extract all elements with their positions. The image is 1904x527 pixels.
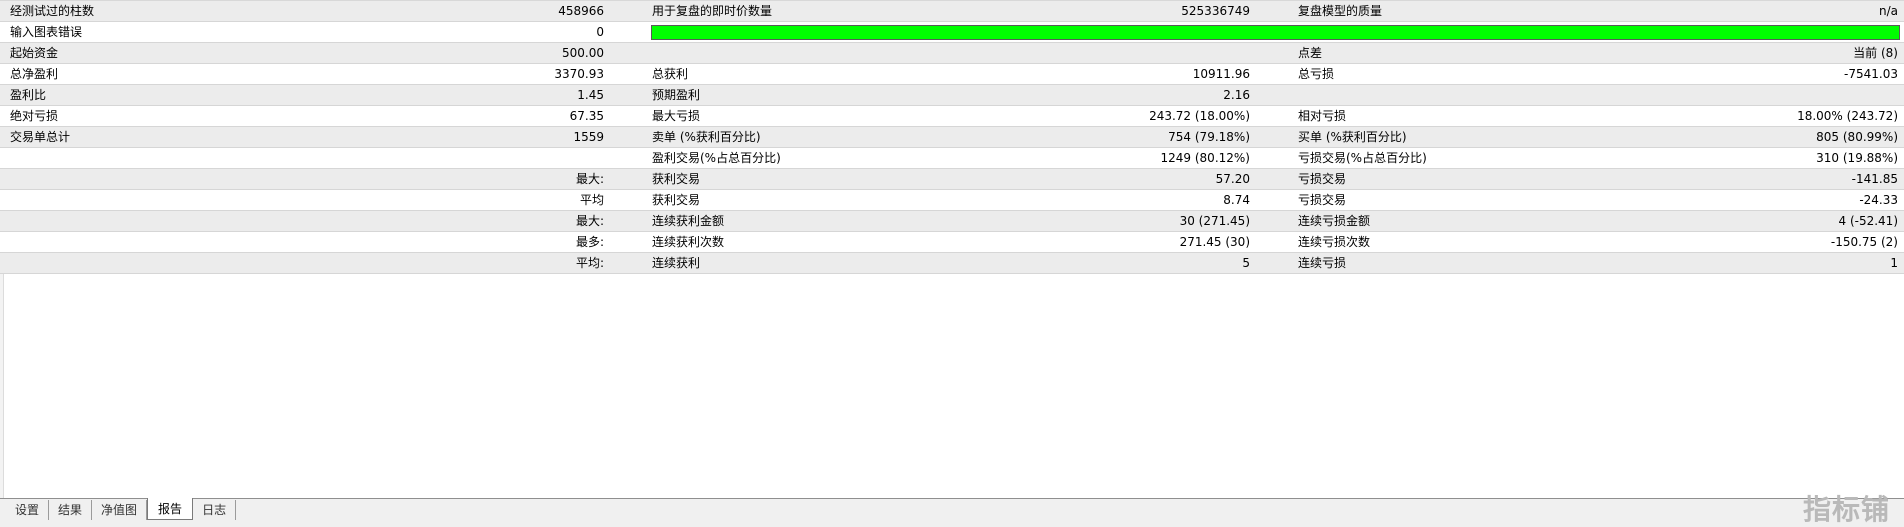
row-value-2: 1249 (80.12%) xyxy=(1160,151,1250,165)
row-value-3: 4 (-52.41) xyxy=(1838,214,1899,228)
row-value-1: 最大: xyxy=(575,214,604,228)
table-row: 平均: 连续获利 5 连续亏损 1 xyxy=(0,253,1904,274)
table-row: 经测试过的柱数 458966 用于复盘的即时价数量 525336749 复盘模型… xyxy=(0,1,1904,22)
table-row: 输入图表错误 0 xyxy=(0,22,1904,43)
strategy-tester-window: 经测试过的柱数 458966 用于复盘的即时价数量 525336749 复盘模型… xyxy=(0,0,1904,527)
table-row: 最多: 连续获利次数 271.45 (30) 连续亏损次数 -150.75 (2… xyxy=(0,232,1904,253)
tab-journal[interactable]: 日志 xyxy=(193,500,237,520)
tab-strip: 设置 结果 净值图 报告 日志 xyxy=(6,498,237,521)
row-value-3: -150.75 (2) xyxy=(1830,235,1898,249)
row-value-2: 271.45 (30) xyxy=(1179,235,1250,249)
row-value-1: 平均: xyxy=(575,256,604,270)
table-row: 绝对亏损 67.35 最大亏损 243.72 (18.00%) 相对亏损 18.… xyxy=(0,106,1904,127)
modeling-quality-bar xyxy=(651,25,1900,40)
row-value-1: 458966 xyxy=(558,4,604,18)
row-value-1: 500.00 xyxy=(562,46,604,60)
report-table: 经测试过的柱数 458966 用于复盘的即时价数量 525336749 复盘模型… xyxy=(0,0,1904,274)
row-value-2: 10911.96 xyxy=(1192,67,1250,81)
tab-results[interactable]: 结果 xyxy=(49,500,93,520)
row-value-2 xyxy=(900,43,1250,63)
row-value-1: 1.45 xyxy=(577,88,604,102)
row-value-3: 310 (19.88%) xyxy=(1816,151,1898,165)
tab-equity-graph[interactable]: 净值图 xyxy=(92,500,148,520)
tab-settings[interactable]: 设置 xyxy=(6,500,50,520)
row-value-3 xyxy=(1500,85,1898,105)
row-value-2: 525336749 xyxy=(1181,4,1250,18)
row-value-2: 754 (79.18%) xyxy=(1168,130,1250,144)
row-value-3: -141.85 xyxy=(1851,172,1898,186)
row-value-3: 1 xyxy=(1890,256,1898,270)
table-row: 盈利交易(%占总百分比) 1249 (80.12%) 亏损交易(%占总百分比) … xyxy=(0,148,1904,169)
row-value-1: 平均 xyxy=(579,193,604,207)
row-value-1: 0 xyxy=(596,25,604,39)
row-value-2: 5 xyxy=(1242,256,1250,270)
row-value-1: 1559 xyxy=(573,130,604,144)
row-value-1: 3370.93 xyxy=(554,67,604,81)
table-row: 总净盈利 3370.93 总获利 10911.96 总亏损 -7541.03 xyxy=(0,64,1904,85)
row-value-1 xyxy=(300,148,604,168)
row-value-3: -7541.03 xyxy=(1844,67,1898,81)
row-value-3: 18.00% (243.72) xyxy=(1797,109,1898,123)
bottom-tab-bar: 设置 结果 净值图 报告 日志 指标铺 xyxy=(0,494,1904,527)
row-value-3: n/a xyxy=(1878,4,1898,18)
row-value-2: 57.20 xyxy=(1215,172,1250,186)
table-row: 平均 获利交易 8.74 亏损交易 -24.33 xyxy=(0,190,1904,211)
row-value-1: 最大: xyxy=(575,172,604,186)
table-row: 最大: 连续获利金额 30 (271.45) 连续亏损金额 4 (-52.41) xyxy=(0,211,1904,232)
watermark-logo: 指标铺 xyxy=(1802,493,1890,526)
row-value-1: 最多: xyxy=(575,235,604,249)
table-row: 最大: 获利交易 57.20 亏损交易 -141.85 xyxy=(0,169,1904,190)
modeling-quality-bar-fill xyxy=(652,26,1899,39)
row-value-1: 67.35 xyxy=(569,109,604,123)
row-value-3: 805 (80.99%) xyxy=(1816,130,1898,144)
row-value-2: 2.16 xyxy=(1223,88,1250,102)
table-row: 盈利比 1.45 预期盈利 2.16 xyxy=(0,85,1904,106)
table-row: 交易单总计 1559 卖单 (%获利百分比) 754 (79.18%) 买单 (… xyxy=(0,127,1904,148)
row-value-3: 当前 (8) xyxy=(1853,46,1898,60)
row-value-2: 30 (271.45) xyxy=(1179,214,1250,228)
table-row: 起始资金 500.00 点差 当前 (8) xyxy=(0,43,1904,64)
row-value-3: -24.33 xyxy=(1859,193,1898,207)
row-value-2: 8.74 xyxy=(1223,193,1250,207)
tab-report[interactable]: 报告 xyxy=(147,498,194,520)
row-value-2: 243.72 (18.00%) xyxy=(1149,109,1250,123)
